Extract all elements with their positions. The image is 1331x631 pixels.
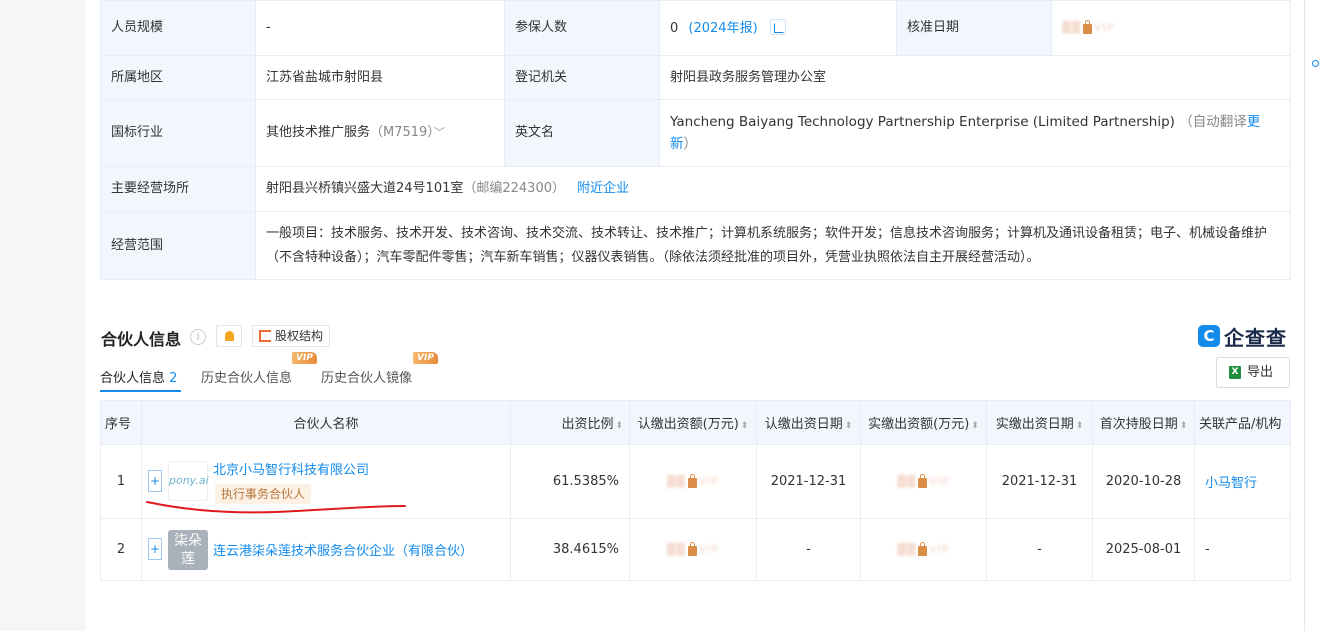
section-title: 合伙人信息 — [101, 330, 182, 349]
nearby-companies-link[interactable]: 附近企业 — [577, 181, 629, 196]
tab-history-partners[interactable]: 历史合伙人信息 — [201, 367, 292, 386]
region-value: 江苏省盐城市射阳县 — [255, 55, 505, 100]
excel-icon: X — [1229, 366, 1241, 379]
help-icon[interactable]: i — [190, 329, 206, 345]
ratio-value: 61.5385% — [510, 444, 630, 519]
trend-icon[interactable] — [769, 19, 786, 35]
related-product-value: - — [1194, 518, 1291, 581]
address-label: 主要经营场所 — [100, 166, 256, 212]
logo-text: 企查查 — [1224, 325, 1287, 350]
subscribed-amount-value[interactable]: ▓▓ VIP — [629, 444, 757, 519]
active-tab-indicator — [100, 390, 181, 392]
registry-label: 登记机关 — [504, 55, 660, 100]
partner-logo: 柒朵莲 — [168, 530, 208, 570]
col-related-product: 关联产品/机构 — [1194, 400, 1291, 445]
right-sidebar-strip — [1304, 0, 1331, 631]
approval-date-label: 核准日期 — [896, 0, 1052, 56]
annual-report-link[interactable]: (2024年报) — [688, 21, 757, 36]
subscribed-date-value: 2021-12-31 — [756, 444, 861, 519]
row-index: 2 — [100, 518, 142, 581]
first-hold-date-value: 2020-10-28 — [1092, 444, 1195, 519]
partner-table: 序号 合伙人名称 出资比例 ⬍ 认缴出资额(万元) ⬍ 认缴出资日期 ⬍ 实缴出资额(… — [100, 400, 1291, 581]
subscribed-date-value: - — [756, 518, 861, 581]
equity-structure-button[interactable]: 股权结构 — [252, 325, 331, 347]
lock-icon — [918, 541, 928, 556]
insured-count-value: 0 (2024年报) — [659, 0, 897, 56]
insured-count-label: 参保人数 — [504, 0, 660, 56]
col-paid-amount[interactable]: 实缴出资额(万元) ⬍ — [860, 400, 987, 445]
vip-badge: VIP — [292, 352, 317, 364]
lock-icon — [1082, 20, 1092, 34]
expand-button[interactable]: + — [148, 470, 162, 492]
export-button[interactable]: X 导出 — [1216, 357, 1290, 388]
sort-icon[interactable]: ⬍ — [1076, 421, 1084, 431]
sort-icon[interactable]: ⬍ — [971, 421, 979, 431]
first-hold-date-value: 2025-08-01 — [1092, 518, 1195, 581]
partner-name-link[interactable]: 连云港柒朵莲技术服务合伙企业（有限合伙） — [213, 540, 473, 559]
industry-value[interactable]: 其他技术推广服务（M7519）﹀ — [255, 99, 505, 167]
chevron-down-icon[interactable]: ﹀ — [434, 126, 445, 139]
equity-icon — [259, 330, 271, 342]
approval-date-value[interactable]: ▓▓ VIP — [1051, 0, 1291, 56]
staff-size-label: 人员规模 — [100, 0, 256, 56]
subscribed-amount-value[interactable]: ▓▓ VIP — [629, 518, 757, 581]
sort-icon[interactable]: ⬍ — [741, 421, 749, 431]
paid-amount-value[interactable]: ▓▓ VIP — [860, 518, 987, 581]
row-index: 1 — [100, 444, 142, 519]
sort-icon[interactable]: ⬍ — [1180, 421, 1188, 431]
col-index: 序号 — [100, 400, 142, 445]
col-subscribed-date[interactable]: 认缴出资日期 ⬍ — [756, 400, 861, 445]
business-scope-value: 一般项目：技术服务、技术开发、技术咨询、技术交流、技术转让、技术推广；计算机系统… — [255, 211, 1291, 280]
table-row: 2 + 柒朵莲 连云港柒朵莲技术服务合伙企业（有限合伙） 38.4615% ▓▓… — [100, 518, 1291, 581]
related-product-link[interactable]: 小马智行 — [1194, 444, 1291, 519]
company-info-table: 人员规模 - 参保人数 0 (2024年报) 核准日期 ▓▓ VIP 所属地区 江… — [100, 0, 1291, 280]
english-name-value: Yancheng Baiyang Technology Partnership … — [659, 99, 1291, 167]
lock-icon — [918, 473, 928, 488]
col-partner-name: 合伙人名称 — [141, 400, 511, 445]
address-value: 射阳县兴桥镇兴盛大道24号101室（邮编224300） 附近企业 — [255, 166, 1291, 212]
business-scope-label: 经营范围 — [100, 211, 256, 280]
col-ratio[interactable]: 出资比例 ⬍ — [510, 400, 630, 445]
col-first-hold-date[interactable]: 首次持股日期 ⬍ — [1092, 400, 1195, 445]
english-name-label: 英文名 — [504, 99, 660, 167]
tab-history-mirror[interactable]: 历史合伙人镜像 — [321, 367, 412, 386]
vip-badge: VIP — [413, 352, 438, 364]
partner-name-cell: + 柒朵莲 连云港柒朵莲技术服务合伙企业（有限合伙） — [141, 518, 511, 581]
qichacha-logo: C 企查查 — [1198, 324, 1287, 350]
registry-value: 射阳县政务服务管理办公室 — [659, 55, 1291, 100]
sort-icon[interactable]: ⬍ — [615, 421, 623, 431]
paid-date-value: - — [986, 518, 1093, 581]
partner-logo: pony.ai — [168, 461, 209, 501]
lock-icon — [687, 473, 697, 488]
col-subscribed-amount[interactable]: 认缴出资额(万元) ⬍ — [629, 400, 757, 445]
ratio-value: 38.4615% — [510, 518, 630, 581]
paid-amount-value[interactable]: ▓▓ VIP — [860, 444, 987, 519]
paid-date-value: 2021-12-31 — [986, 444, 1093, 519]
expand-button[interactable]: + — [148, 538, 162, 560]
nav-dot-icon[interactable] — [1312, 60, 1319, 67]
region-label: 所属地区 — [100, 55, 256, 100]
staff-size-value: - — [255, 0, 505, 56]
vip-locked-value[interactable]: ▓▓ VIP — [1062, 17, 1114, 39]
partner-name-link[interactable]: 北京小马智行科技有限公司 — [213, 459, 369, 478]
bell-icon[interactable] — [216, 325, 242, 347]
tab-partners[interactable]: 合伙人信息 2 — [100, 367, 177, 386]
sort-icon[interactable]: ⬍ — [845, 421, 853, 431]
industry-label: 国标行业 — [100, 99, 256, 167]
red-underline-annotation — [146, 501, 406, 514]
lock-icon — [687, 541, 697, 556]
logo-mark: C — [1198, 325, 1220, 347]
col-paid-date[interactable]: 实缴出资日期 ⬍ — [986, 400, 1093, 445]
